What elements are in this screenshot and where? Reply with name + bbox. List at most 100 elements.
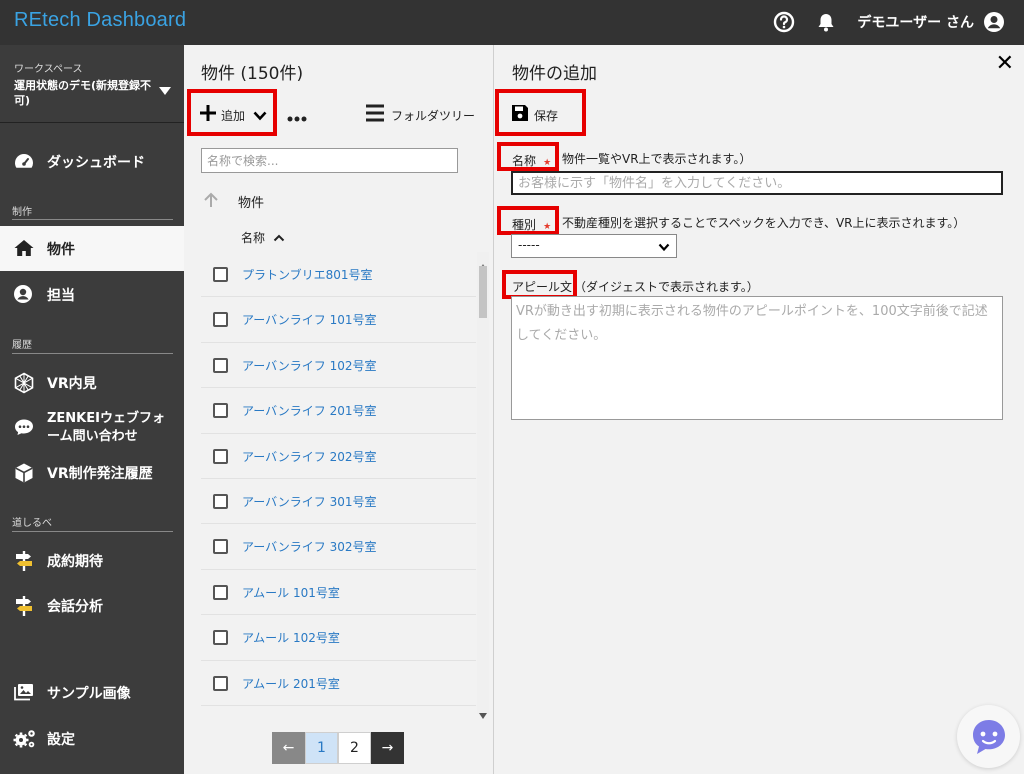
property-link[interactable]: アーバンライフ 302号室	[242, 538, 376, 555]
sort-ascending-icon	[273, 231, 285, 245]
property-list-panel: 物件 (150件) 追加 フォルダツリー 物件	[184, 45, 494, 774]
sidebar-item-vr-viewing[interactable]: VR内見	[0, 360, 184, 405]
page-button-1[interactable]: 1	[305, 732, 338, 764]
table-row[interactable]: アーバンライフ 301号室	[201, 479, 476, 525]
sidebar-item-contract-expectation[interactable]: 成約期待	[0, 538, 184, 583]
arrow-up-icon[interactable]	[202, 191, 220, 213]
list-scrollbar[interactable]	[477, 252, 489, 719]
table-row[interactable]: アーバンライフ 101号室	[201, 297, 476, 343]
sidebar-item-label: VR内見	[47, 376, 97, 392]
sidebar-item-web-form[interactable]: ZENKEIウェブフォーム問い合わせ	[0, 405, 184, 450]
table-row[interactable]: アムール 201号室	[201, 661, 476, 706]
help-circle-icon[interactable]	[773, 11, 795, 37]
next-page-button[interactable]: →	[371, 732, 404, 764]
cube-icon	[13, 462, 33, 483]
table-row[interactable]: プラトンブリエ801号室	[201, 252, 476, 298]
sidebar-item-property[interactable]: 物件	[0, 226, 184, 271]
chat-icon	[13, 417, 33, 437]
row-checkbox[interactable]	[213, 448, 228, 464]
panel-title: 物件 (150件)	[201, 64, 304, 84]
scroll-down-arrow-icon[interactable]	[479, 704, 487, 723]
sidebar-item-label: 成約期待	[47, 554, 103, 570]
property-link[interactable]: アムール 101号室	[242, 584, 340, 601]
required-star: ★	[543, 158, 552, 168]
property-link[interactable]: アムール 102号室	[242, 629, 340, 646]
user-name[interactable]: デモユーザー さん	[857, 12, 974, 32]
sidebar-item-dashboard[interactable]: ダッシュボード	[0, 139, 184, 184]
column-header-name[interactable]: 名称	[241, 229, 285, 246]
name-input[interactable]	[511, 171, 1003, 195]
gears-icon	[13, 728, 35, 748]
add-button-label: 追加	[221, 108, 246, 123]
bell-icon[interactable]	[815, 11, 837, 37]
table-row[interactable]: アムール 102号室	[201, 615, 476, 661]
page-button-2[interactable]: 2	[338, 732, 371, 764]
type-hint: 不動産種別を選択することでスペックを入力でき、VR上に表示されます。）	[562, 216, 966, 230]
section-title-guidepost: 道しるべ	[12, 518, 52, 529]
property-link[interactable]: アムール 201号室	[242, 675, 340, 692]
property-link[interactable]: プラトンブリエ801号室	[242, 266, 373, 283]
row-checkbox[interactable]	[213, 267, 228, 282]
appeal-textarea[interactable]	[511, 296, 1003, 420]
pagination: ← 1 2 →	[272, 732, 404, 764]
row-checkbox[interactable]	[213, 357, 228, 373]
property-add-panel: 物件の追加 ✕ 保存 名称 ★ 物件一覧やVR上で表示されます。） 種別 ★ 不…	[494, 45, 1024, 774]
property-link[interactable]: アーバンライフ 102号室	[242, 357, 376, 374]
appeal-hint: （ダイジェストで表示されます。）	[574, 280, 759, 294]
sidebar-item-label: VR制作発注履歴	[47, 466, 153, 482]
property-link[interactable]: アーバンライフ 202号室	[242, 448, 376, 465]
save-button[interactable]: 保存	[511, 104, 558, 126]
sidebar-item-conversation-analysis[interactable]: 会話分析	[0, 583, 184, 628]
sidebar-item-sample-images[interactable]: サンプル画像	[0, 670, 184, 715]
section-divider	[12, 219, 173, 220]
sidebar-item-label: 設定	[47, 732, 75, 748]
sidebar-item-staff[interactable]: 担当	[0, 272, 184, 317]
sidebar: ワークスペース 運用状態のデモ(新規登録不可) ダッシュボード 制作 物件 担当	[0, 45, 184, 774]
table-row[interactable]: アーバンライフ 201号室	[201, 388, 476, 434]
section-title-history: 履歴	[12, 340, 32, 351]
plus-icon	[199, 104, 217, 126]
user-circle-icon[interactable]	[983, 11, 1005, 37]
prev-page-button[interactable]: ←	[272, 732, 305, 764]
signpost-icon	[13, 595, 33, 616]
more-options-icon[interactable]	[287, 108, 307, 127]
workspace-name[interactable]: 運用状態のデモ(新規登録不可)	[14, 78, 159, 108]
table-row[interactable]: アムール 101号室	[201, 570, 476, 616]
chevron-down-icon	[658, 241, 670, 255]
sidebar-item-vr-orders[interactable]: VR制作発注履歴	[0, 450, 184, 495]
add-button[interactable]: 追加	[199, 103, 267, 127]
type-select-value: -----	[518, 238, 540, 252]
close-icon[interactable]: ✕	[996, 51, 1014, 76]
chatbot-face-icon	[969, 717, 1009, 761]
type-label-text: 種別	[512, 218, 537, 232]
folder-tree-button[interactable]: フォルダツリー	[365, 103, 475, 127]
floppy-disk-icon	[511, 104, 529, 126]
table-row[interactable]: アーバンライフ 302号室	[201, 524, 476, 570]
speedometer-icon	[13, 151, 33, 171]
row-checkbox[interactable]	[213, 312, 228, 328]
table-row[interactable]: アーバンライフ 102号室	[201, 343, 476, 389]
sidebar-item-label: 担当	[47, 288, 75, 304]
brand-logo[interactable]: REtech Dashboard	[14, 9, 186, 32]
caret-down-icon[interactable]	[158, 81, 172, 100]
search-input[interactable]	[201, 148, 458, 173]
chat-assistant-button[interactable]	[957, 705, 1020, 768]
row-checkbox[interactable]	[213, 675, 228, 691]
property-link[interactable]: アーバンライフ 101号室	[242, 311, 376, 328]
row-checkbox[interactable]	[213, 584, 228, 600]
row-checkbox[interactable]	[213, 630, 228, 646]
name-label: 名称 ★	[512, 150, 551, 169]
type-select[interactable]: -----	[511, 234, 677, 258]
type-label: 種別 ★	[512, 214, 551, 233]
breadcrumb-current: 物件	[238, 196, 265, 211]
scrollbar-thumb[interactable]	[479, 266, 487, 318]
home-icon	[13, 238, 34, 258]
property-list: プラトンブリエ801号室 アーバンライフ 101号室 アーバンライフ 102号室…	[201, 252, 476, 706]
sidebar-item-settings[interactable]: 設定	[0, 716, 184, 761]
property-link[interactable]: アーバンライフ 201号室	[242, 402, 376, 419]
property-link[interactable]: アーバンライフ 301号室	[242, 493, 376, 510]
row-checkbox[interactable]	[213, 539, 228, 555]
row-checkbox[interactable]	[213, 403, 228, 419]
row-checkbox[interactable]	[213, 494, 228, 509]
table-row[interactable]: アーバンライフ 202号室	[201, 434, 476, 479]
